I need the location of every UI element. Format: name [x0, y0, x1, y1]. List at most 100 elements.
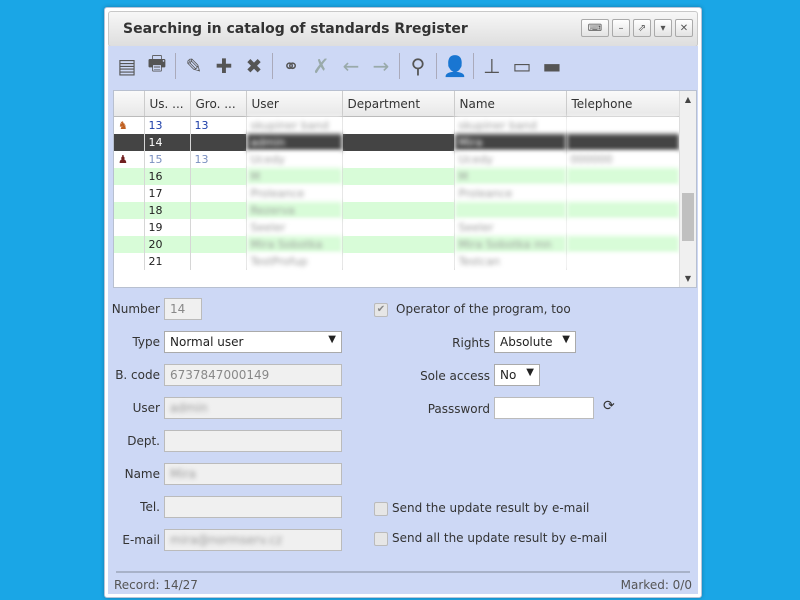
cell-name: Ucedy	[454, 151, 567, 168]
type-select[interactable]: Normal user ▼	[164, 331, 342, 353]
col-header-gro[interactable]: Gro. ...	[190, 91, 247, 117]
list-view-icon[interactable]: ▤	[112, 52, 142, 80]
dept-label: Dept.	[127, 434, 160, 448]
table-row[interactable]: ♞ 13 13 skupiner band skupiner band	[114, 116, 680, 134]
col-header-department[interactable]: Department	[342, 91, 455, 117]
arrow-left-icon[interactable]: ←	[336, 52, 366, 80]
table-row[interactable]: 20 Mira Sobotka Mira Sobotka mn	[114, 236, 680, 253]
cell-dept	[342, 134, 455, 151]
cell-user: M	[246, 168, 343, 185]
cell-user: Mira Sobotka	[246, 236, 343, 253]
table-row[interactable]: 14 admin Mira	[114, 134, 680, 151]
table-row[interactable]: 19 Seeler Seeler	[114, 219, 680, 236]
popout-icon[interactable]: ⇗	[633, 19, 651, 37]
toolbar-separator	[272, 53, 273, 79]
col-header-telephone[interactable]: Telephone	[566, 91, 680, 117]
row-icon-cell	[114, 168, 145, 185]
standards-search-window: Searching in catalog of standards Rregis…	[104, 7, 702, 598]
binoculars-icon[interactable]: ⚭	[276, 52, 306, 80]
stamp-icon[interactable]: ⊥	[477, 52, 507, 80]
folder-icon[interactable]: ▬	[537, 52, 567, 80]
cell-us: 15	[144, 151, 191, 168]
refresh-icon[interactable]: ⟳	[603, 398, 615, 414]
send-update-label: Send the update result by e-mail	[392, 501, 590, 515]
name-field[interactable]: Mira	[164, 463, 342, 485]
dept-field[interactable]	[164, 430, 342, 452]
scroll-down-icon[interactable]: ▼	[680, 274, 696, 283]
cell-name: skupiner band	[454, 116, 567, 134]
cell-dept	[342, 151, 455, 168]
chevron-down-icon: ▼	[328, 334, 336, 345]
bcode-field[interactable]: 6737847000149	[164, 364, 342, 386]
toolbar-separator	[175, 53, 176, 79]
filter-icon[interactable]: ⚲	[403, 52, 433, 80]
cell-user: skupiner band	[246, 116, 343, 134]
clear-search-icon[interactable]: ✗	[306, 52, 336, 80]
col-header-icon	[114, 91, 145, 117]
cell-dept	[342, 116, 455, 134]
cell-tel	[566, 185, 680, 202]
send-update-checkbox[interactable]	[374, 502, 388, 516]
window-title: Searching in catalog of standards Rregis…	[123, 21, 468, 37]
toolbar: ▤ 🖶 ✎ ✚ ✖ ⚭ ✗ ← → ⚲ 👤 ⊥ ▭ ▬	[112, 50, 694, 82]
cell-gro	[190, 236, 247, 253]
user-field[interactable]: admin	[164, 397, 342, 419]
send-all-checkbox[interactable]	[374, 532, 388, 546]
cell-tel	[566, 236, 680, 253]
cell-tel: 000000	[566, 151, 680, 168]
row-icon-cell	[114, 236, 145, 253]
cell-gro: 13	[190, 116, 247, 134]
cell-us: 21	[144, 253, 191, 270]
table-row[interactable]: 18 Rezerva	[114, 202, 680, 219]
table-row[interactable]: 17 Proleance Proleance	[114, 185, 680, 202]
table-row[interactable]: 16 M M	[114, 168, 680, 185]
table-row[interactable]: ♟ 15 13 Ucedy Ucedy 000000	[114, 151, 680, 168]
email-label: E-mail	[122, 533, 160, 547]
row-icon-cell	[114, 202, 145, 219]
scroll-thumb[interactable]	[682, 193, 694, 241]
cell-gro: 13	[190, 151, 247, 168]
col-header-name[interactable]: Name	[454, 91, 567, 117]
edit-pencil-icon[interactable]: ✎	[179, 52, 209, 80]
close-icon[interactable]: ✕	[675, 19, 693, 37]
delete-icon[interactable]: ✖	[239, 52, 269, 80]
add-icon[interactable]: ✚	[209, 52, 239, 80]
rights-select-value: Absolute	[500, 335, 553, 349]
row-icon-cell	[114, 185, 145, 202]
cell-us: 20	[144, 236, 191, 253]
cell-user: Ucedy	[246, 151, 343, 168]
keyboard-icon[interactable]: ⌨	[581, 19, 609, 37]
operator-checkbox[interactable]: ✔	[374, 303, 388, 317]
user-settings-icon[interactable]: 👤	[440, 52, 470, 80]
cell-gro	[190, 253, 247, 270]
title-bar[interactable]: Searching in catalog of standards Rregis…	[108, 11, 698, 47]
password-label: Passsword	[427, 402, 490, 416]
number-field[interactable]: 14	[164, 298, 202, 320]
table-row[interactable]: 21 TestProfup Testcan	[114, 253, 680, 270]
password-field[interactable]	[494, 397, 594, 419]
scroll-up-icon[interactable]: ▲	[680, 95, 696, 104]
rights-select[interactable]: Absolute ▼	[494, 331, 576, 353]
tel-field[interactable]	[164, 496, 342, 518]
grid-scrollbar[interactable]: ▲ ▼	[679, 91, 696, 287]
cell-tel	[566, 202, 680, 219]
col-header-us[interactable]: Us. ...	[144, 91, 191, 117]
cell-user: Seeler	[246, 219, 343, 236]
printer-box-icon[interactable]: ▭	[507, 52, 537, 80]
dropdown-icon[interactable]: ▾	[654, 19, 672, 37]
cell-name: Proleance	[454, 185, 567, 202]
send-all-label: Send all the update result by e-mail	[392, 531, 608, 545]
arrow-right-icon[interactable]: →	[366, 52, 396, 80]
cell-tel	[566, 168, 680, 185]
cell-tel	[566, 134, 680, 151]
col-header-user[interactable]: User	[246, 91, 343, 117]
print-icon[interactable]: 🖶	[142, 51, 172, 80]
operator-label: Operator of the program, too	[396, 302, 571, 316]
email-field[interactable]: mira@normserv.cz	[164, 529, 342, 551]
minimize-icon[interactable]: –	[612, 19, 630, 37]
cell-name: Testcan	[454, 253, 567, 270]
number-label: Number	[111, 302, 160, 316]
sole-access-select[interactable]: No ▼	[494, 364, 540, 386]
name-field-value: Mira	[170, 467, 196, 481]
cell-user: Proleance	[246, 185, 343, 202]
